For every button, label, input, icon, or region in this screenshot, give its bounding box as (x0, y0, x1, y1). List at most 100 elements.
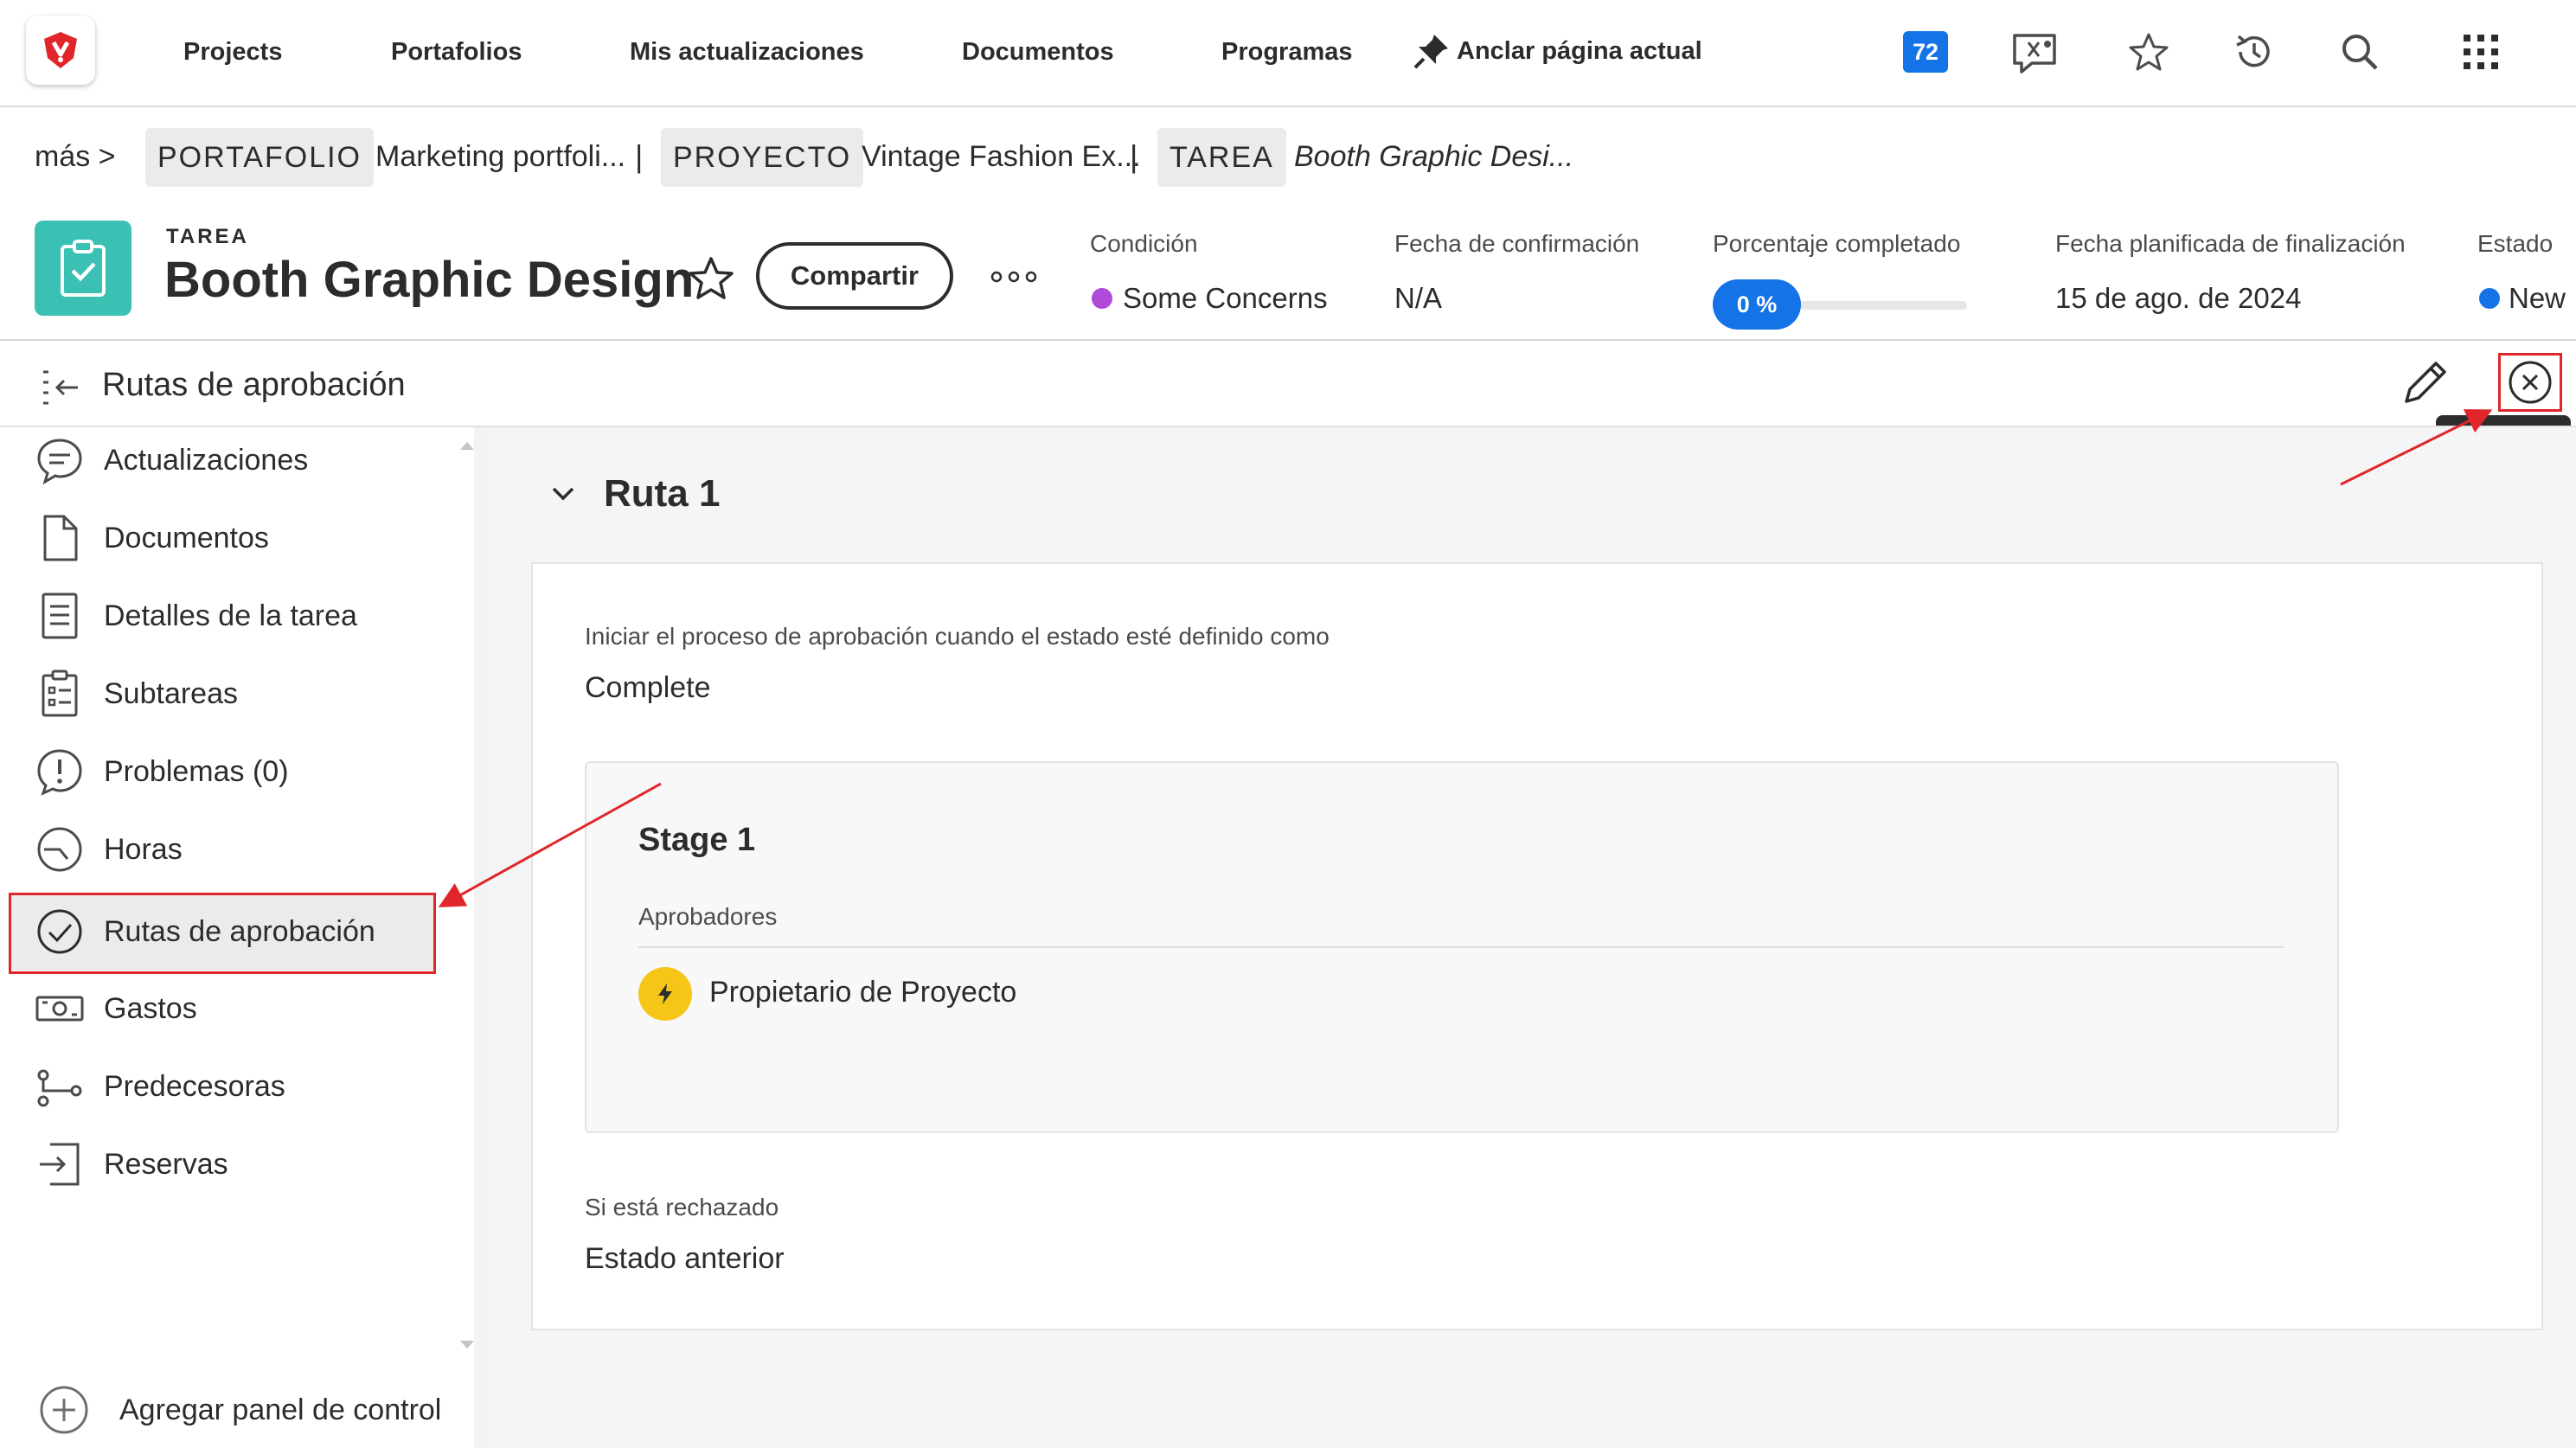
sidebar-item-label: Reservas (104, 1147, 228, 1181)
breadcrumb-separator: | (635, 138, 644, 174)
sidebar-item-expenses[interactable]: Gastos (35, 972, 433, 1045)
sidebar-item-subtasks[interactable]: Subtareas (35, 657, 433, 730)
sidebar-item-task-details[interactable]: Detalles de la tarea (35, 580, 433, 652)
breadcrumb-portfolio-chip: PORTAFOLIO (145, 128, 375, 187)
approver-avatar (638, 967, 692, 1021)
sidebar-item-label: Documentos (104, 521, 269, 554)
percent-complete-bar[interactable] (1799, 301, 1967, 310)
issues-icon (37, 749, 82, 796)
pencil-icon (2405, 362, 2446, 403)
whats-new-icon[interactable] (2009, 26, 2060, 78)
sidebar-item-updates[interactable]: Actualizaciones (35, 424, 433, 497)
breadcrumb-more[interactable]: más > (35, 140, 116, 174)
sidebar-item-label: Detalles de la tarea (104, 599, 357, 632)
notifications-badge[interactable]: 72 (1903, 31, 1948, 73)
route-collapse-toggle[interactable] (543, 474, 583, 514)
predecessors-icon (37, 1069, 82, 1107)
add-dashboard-label: Agregar panel de control (119, 1393, 442, 1426)
status-value: New (2509, 282, 2566, 314)
document-icon (43, 515, 78, 561)
percent-complete-value[interactable]: 0 % (1713, 279, 1801, 330)
object-type-label: TAREA (166, 225, 249, 248)
close-circle-icon (2509, 361, 2552, 404)
rejected-label: Si está rechazado (585, 1194, 779, 1221)
condition-value: Some Concerns (1123, 282, 1328, 314)
more-options-button[interactable] (986, 259, 1041, 294)
condition-field[interactable]: Some Concerns (1092, 282, 1328, 315)
edit-button[interactable] (2396, 355, 2453, 412)
sidebar-item-predecessors[interactable]: Predecesoras (35, 1050, 433, 1123)
clock-icon (37, 827, 82, 872)
nav-projects[interactable]: Projects (183, 38, 282, 67)
pin-icon (1413, 35, 1448, 69)
lightning-bolt-icon (658, 983, 672, 1004)
pin-label: Anclar página actual (1457, 36, 1702, 65)
sidebar-item-documents[interactable]: Documentos (35, 502, 433, 574)
sidebar-selection-highlight (9, 893, 436, 974)
expenses-icon (35, 996, 84, 1022)
route-title: Ruta 1 (604, 472, 721, 515)
search-icon[interactable] (2334, 26, 2386, 78)
sidebar-scroll-down[interactable] (458, 1339, 476, 1351)
workfront-logo-button[interactable] (26, 16, 95, 85)
approver-name: Propietario de Proyecto (709, 976, 1017, 1009)
sidebar-item-label: Predecesoras (104, 1069, 285, 1103)
nav-portfolios[interactable]: Portafolios (391, 38, 522, 67)
more-dots-icon (990, 271, 1037, 283)
stage-title: Stage 1 (638, 822, 756, 858)
add-dashboard-button[interactable]: Agregar panel de control (38, 1384, 441, 1436)
favorites-star-icon[interactable] (2123, 26, 2175, 78)
sidebar-item-label: Actualizaciones (104, 443, 309, 477)
page-title: Booth Graphic Design (164, 252, 695, 308)
commit-date-value[interactable]: N/A (1394, 282, 1442, 315)
sidebar-item-bookings[interactable]: Reservas (35, 1128, 433, 1201)
status-label: Estado (2477, 230, 2554, 257)
app-grid-icon[interactable] (2455, 26, 2507, 78)
bookings-icon (40, 1143, 80, 1186)
breadcrumb-portfolio-link[interactable]: Marketing portfoli... (375, 140, 625, 174)
panel-title: Rutas de aprobación (102, 367, 406, 403)
breadcrumb-project-chip: PROYECTO (661, 128, 864, 187)
approvers-divider (638, 946, 2284, 948)
sidebar-item-label: Gastos (104, 991, 197, 1025)
start-condition-value: Complete (585, 671, 711, 704)
sidebar-item-issues[interactable]: Problemas (0) (35, 735, 433, 808)
workfront-logo-icon (44, 32, 77, 68)
share-button[interactable]: Compartir (756, 242, 953, 310)
header-divider (0, 339, 2576, 341)
status-dot (2479, 288, 2500, 309)
commit-date-label: Fecha de confirmación (1394, 230, 1640, 257)
start-condition-label: Iniciar el proceso de aprobación cuando … (585, 623, 1330, 650)
sidebar-item-hours[interactable]: Horas (35, 813, 433, 886)
breadcrumb-task-current: Booth Graphic Desi... (1294, 140, 1574, 173)
nav-programs[interactable]: Programas (1221, 38, 1353, 67)
delete-route-button[interactable] (2498, 353, 2562, 412)
breadcrumb-separator: | (1130, 138, 1138, 174)
approvers-label: Aprobadores (638, 903, 778, 930)
subtasks-icon (42, 670, 78, 717)
updates-icon (37, 439, 82, 485)
nav-my-updates[interactable]: Mis actualizaciones (630, 38, 864, 67)
rejected-value: Estado anterior (585, 1242, 785, 1275)
collapse-panel-button[interactable] (38, 363, 87, 412)
planned-completion-value[interactable]: 15 de ago. de 2024 (2055, 282, 2301, 315)
favorite-star-button[interactable] (685, 253, 737, 304)
breadcrumb-task-chip: TAREA (1157, 128, 1286, 187)
history-icon[interactable] (2228, 26, 2280, 78)
sidebar-item-label: Horas (104, 832, 183, 866)
nav-documents[interactable]: Documentos (962, 38, 1114, 67)
pin-current-page-button[interactable]: Anclar página actual (1412, 31, 1702, 71)
collapse-panel-icon (43, 370, 78, 405)
breadcrumb-project-link[interactable]: Vintage Fashion Ex... (862, 140, 1141, 174)
sidebar-scroll-up[interactable] (458, 439, 476, 452)
chevron-down-icon (552, 487, 574, 501)
condition-dot (1092, 288, 1112, 309)
add-circle-icon (40, 1386, 88, 1434)
sidebar-item-label: Subtareas (104, 676, 238, 710)
sidebar-item-label: Problemas (0) (104, 754, 289, 788)
percent-complete-label: Porcentaje completado (1713, 230, 1961, 257)
status-field[interactable]: New (2479, 282, 2566, 315)
details-icon (42, 593, 78, 639)
condition-label: Condición (1090, 230, 1198, 257)
star-icon (689, 257, 734, 299)
